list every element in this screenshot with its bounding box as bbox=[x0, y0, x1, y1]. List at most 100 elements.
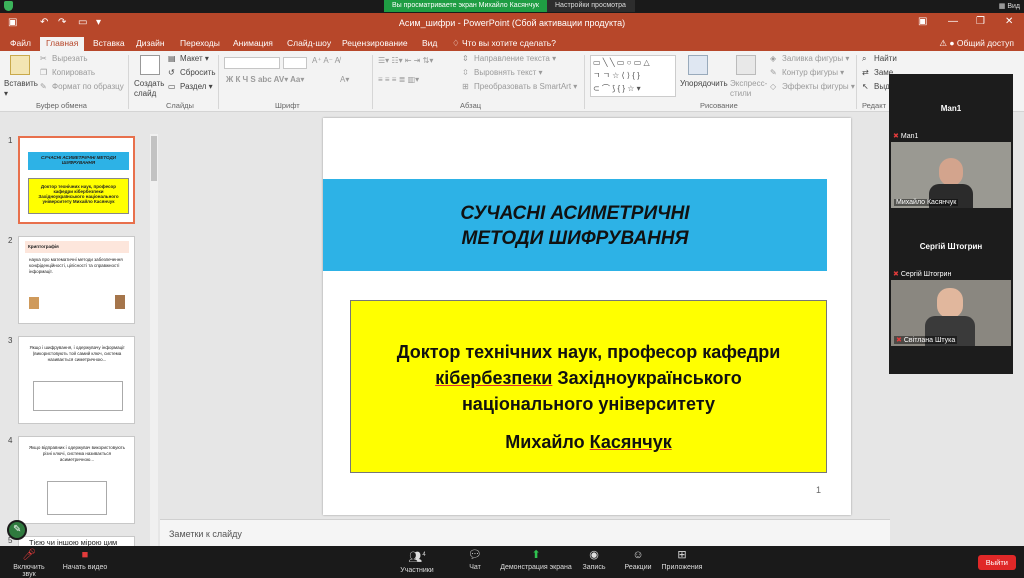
text-direction-button[interactable]: ⇕ Направление текста ▾ bbox=[462, 54, 556, 63]
brush-icon: ✎ bbox=[40, 82, 47, 92]
paste-dropdown-icon[interactable]: ▾ bbox=[4, 89, 8, 98]
align-buttons[interactable]: ≡ ≡ ≡ ≣ ▥▾ bbox=[378, 75, 419, 84]
tab-design[interactable]: Дизайн bbox=[130, 37, 171, 51]
notes-pane[interactable]: Заметки к слайду bbox=[160, 519, 890, 546]
apps-label: Приложения bbox=[661, 564, 703, 571]
tab-insert[interactable]: Вставка bbox=[87, 37, 131, 51]
annotate-pen-button[interactable]: ✎ bbox=[7, 520, 27, 540]
select-label: Выд bbox=[874, 82, 890, 91]
subtitle-line-1: Доктор технічних наук, професор кафедри bbox=[396, 342, 781, 362]
pen-icon: ✎ bbox=[770, 68, 777, 78]
subtitle-placeholder[interactable]: Доктор технічних наук, професор кафедри … bbox=[350, 300, 827, 473]
unmute-button[interactable]: 🎤︎ Включить звук bbox=[6, 549, 52, 578]
figure-icon bbox=[115, 295, 125, 309]
font-family-select[interactable] bbox=[224, 57, 280, 69]
slide-thumbnail-2[interactable]: Криптографія наука про математичні метод… bbox=[18, 236, 135, 324]
copy-label: Копировать bbox=[52, 68, 96, 77]
view-options-button[interactable]: Настройки просмотра bbox=[547, 0, 635, 12]
align-text-button[interactable]: ⇳ Выровнять текст ▾ bbox=[462, 68, 543, 77]
find-label: Найти bbox=[874, 54, 897, 63]
reset-button[interactable]: ↺ Сбросить bbox=[168, 68, 216, 77]
video-tile-shtuka[interactable]: ✖ Світлана Штука bbox=[891, 280, 1011, 346]
tab-view[interactable]: Вид bbox=[416, 37, 443, 51]
find-button[interactable]: ⌕ Найти bbox=[862, 54, 897, 63]
paste-icon bbox=[10, 55, 30, 75]
tab-home[interactable]: Главная bbox=[40, 37, 85, 51]
diagram-icon bbox=[47, 481, 107, 515]
section-button[interactable]: ▭ Раздел ▾ bbox=[168, 82, 213, 91]
slide-thumbnail-3[interactable]: Якщо і шифрування, і одержувачу інформац… bbox=[18, 336, 135, 424]
share-screen-button[interactable]: ⬆ Демонстрация экрана bbox=[500, 549, 572, 571]
font-style-buttons[interactable]: Ж К Ч S abc AV▾ Aa▾ bbox=[226, 75, 304, 84]
record-button[interactable]: ◉ Запись bbox=[580, 549, 608, 571]
participants-button[interactable]: 👥︎4 Участники bbox=[396, 549, 438, 574]
divider bbox=[372, 55, 373, 109]
layout-icon: ▤ bbox=[168, 54, 176, 64]
restore-icon[interactable]: ❐ bbox=[976, 16, 985, 27]
reactions-button[interactable]: ☺ Реакции bbox=[620, 549, 656, 571]
cut-button[interactable]: ✂ Вырезать bbox=[40, 54, 88, 63]
apps-button[interactable]: ⊞ Приложения bbox=[660, 549, 704, 571]
video-tile-kasyanchuk[interactable]: Михайло Касянчук bbox=[891, 142, 1011, 208]
slide-thumbnail-4[interactable]: Якщо відправник і одержувач використовую… bbox=[18, 436, 135, 524]
quick-styles-icon bbox=[736, 55, 756, 75]
tab-animations[interactable]: Анимация bbox=[227, 37, 279, 51]
minimize-icon[interactable]: — bbox=[948, 16, 958, 27]
title-placeholder[interactable]: СУЧАСНІ АСИМЕТРИЧНІ МЕТОДИ ШИФРУВАННЯ bbox=[323, 179, 827, 271]
thumbnails-scrollbar[interactable] bbox=[150, 134, 158, 546]
shape-fill-label: Заливка фигуры bbox=[782, 54, 844, 63]
participant-face bbox=[939, 158, 963, 186]
layout-button[interactable]: ▤ Макет ▾ bbox=[168, 54, 209, 63]
tell-me-box[interactable]: ♢ Что вы хотите сделать? bbox=[446, 37, 562, 51]
subtitle-word-cybersecurity: кібербезпеки bbox=[435, 368, 553, 388]
leave-button[interactable]: Выйти bbox=[977, 555, 1016, 570]
shapes-gallery[interactable]: ▭ ╲ ╲ ▭ ○ ▭ △ ㄱ ㄱ ☆ ⟨ ⟩ { } ⊂ ⌒ ⟆ { } ☆ ▾ bbox=[590, 55, 676, 97]
thumb-number: 1 bbox=[8, 136, 13, 145]
start-video-button[interactable]: ■ Начать видео bbox=[62, 549, 108, 571]
slide-subtitle: Доктор технічних наук, професор кафедри … bbox=[351, 339, 826, 455]
new-slide-button[interactable]: Создать слайд bbox=[134, 79, 168, 99]
smartart-button[interactable]: ⊞ Преобразовать в SmartArt ▾ bbox=[462, 82, 577, 91]
diagram-icon bbox=[33, 381, 123, 411]
share-label: Общий доступ bbox=[956, 38, 1014, 48]
format-painter-button[interactable]: ✎ Формат по образцу bbox=[40, 82, 124, 91]
close-icon[interactable]: ✕ bbox=[1005, 16, 1013, 27]
paint-bucket-icon: ◈ bbox=[770, 54, 777, 64]
search-icon: ⌕ bbox=[862, 54, 867, 64]
copy-button[interactable]: ❐ Копировать bbox=[40, 68, 95, 77]
font-size-select[interactable] bbox=[283, 57, 307, 69]
slide-thumbnail-1[interactable]: СУЧАСНІ АСИМЕТРИЧНІ МЕТОДИ ШИФРУВАННЯ До… bbox=[18, 136, 135, 224]
participant-name-man1: ✖ Man1 bbox=[893, 132, 918, 140]
list-buttons[interactable]: ☰▾ ☷▾ ⇤ ⇥ ⇅▾ bbox=[378, 56, 433, 65]
tab-transitions[interactable]: Переходы bbox=[174, 37, 226, 51]
reactions-label: Реакции bbox=[624, 564, 652, 571]
select-button[interactable]: ↖ Выд bbox=[862, 82, 890, 91]
view-button[interactable]: ▦ Вид bbox=[999, 2, 1020, 10]
scrollbar-thumb[interactable] bbox=[151, 136, 157, 181]
paste-button[interactable]: Вставить bbox=[4, 79, 38, 88]
shape-effects-button[interactable]: ◇ Эффекты фигуры ▾ bbox=[770, 82, 855, 91]
cut-label: Вырезать bbox=[52, 54, 88, 63]
divider bbox=[218, 55, 219, 109]
mic-off-icon: 🎤︎ bbox=[22, 549, 36, 561]
shape-outline-button[interactable]: ✎ Контур фигуры ▾ bbox=[770, 68, 844, 77]
slide-thumbnail-5[interactable]: Тією чи іншою мірою цим вимогам відповід… bbox=[18, 536, 135, 549]
record-label: Запись bbox=[582, 564, 606, 571]
arrange-button[interactable]: Упорядочить bbox=[680, 79, 728, 88]
share-button[interactable]: ⚠ ● Общий доступ bbox=[939, 38, 1014, 49]
thumb-subtitle: Доктор технічних наук, професор кафедри … bbox=[28, 178, 129, 214]
font-grow-shrink-icon[interactable]: A⁺ A⁻ A̸ bbox=[312, 56, 340, 65]
ribbon-display-icon[interactable]: ▣ bbox=[918, 16, 927, 27]
slide-canvas[interactable]: СУЧАСНІ АСИМЕТРИЧНІ МЕТОДИ ШИФРУВАННЯ До… bbox=[323, 118, 851, 515]
tab-review[interactable]: Рецензирование bbox=[336, 37, 414, 51]
smiley-icon: ☺ bbox=[632, 549, 644, 561]
tab-slideshow[interactable]: Слайд-шоу bbox=[281, 37, 337, 51]
cursor-icon: ↖ bbox=[862, 82, 869, 92]
chat-button[interactable]: 💬︎ Чат bbox=[462, 549, 488, 571]
tell-me-label: Что вы хотите сделать? bbox=[461, 38, 556, 48]
tab-file[interactable]: Файл bbox=[4, 37, 37, 51]
font-color-icon[interactable]: A▾ bbox=[340, 75, 349, 84]
slide-thumbnails-pane: 1 СУЧАСНІ АСИМЕТРИЧНІ МЕТОДИ ШИФРУВАННЯ … bbox=[0, 112, 160, 549]
shape-fill-button[interactable]: ◈ Заливка фигуры ▾ bbox=[770, 54, 849, 63]
quick-styles-button[interactable]: Экспресс-стили bbox=[730, 79, 767, 99]
